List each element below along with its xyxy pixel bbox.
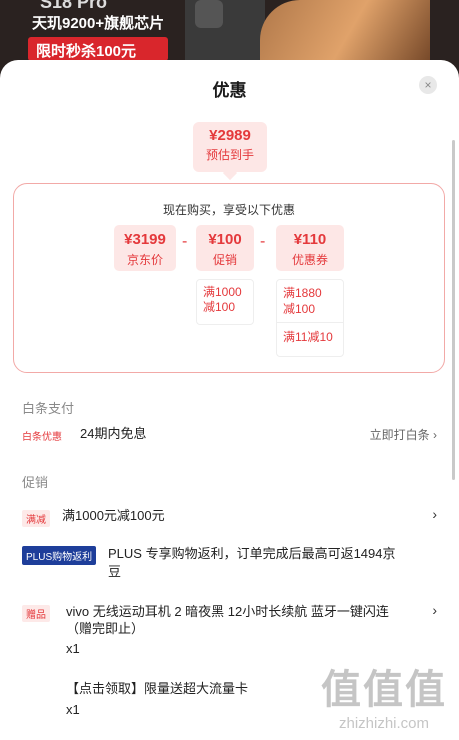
discount-sheet: 优惠 × ¥2989 预估到手 现在购买，享受以下优惠 ¥3199 京东价 - …	[0, 60, 459, 740]
gift-card-text[interactable]: 【点击领取】限量送超大流量卡	[66, 680, 248, 698]
coupon-value: ¥110	[293, 231, 327, 248]
baitiao-text: 24期内免息	[80, 426, 147, 441]
manjian-text[interactable]: 满1000元减100元	[62, 507, 165, 525]
gift-card-quantity: x1	[66, 702, 80, 717]
minus-sign: -	[260, 233, 266, 250]
close-icon[interactable]: ×	[419, 76, 437, 94]
banner-chip-text: 天玑9200+旗舰芯片	[32, 15, 165, 32]
plus-rebate-text-cont: 豆	[108, 564, 122, 579]
gift-item-text[interactable]: vivo 无线运动耳机 2 暗夜黑 12小时长续航 蓝牙一键闪连	[66, 603, 389, 621]
promotion-label: 促销	[212, 253, 237, 267]
gift-tag: 赠品	[22, 605, 50, 622]
baitiao-link[interactable]: 立即打白条 ›	[370, 426, 437, 443]
promotion-rule-line: 减100	[203, 300, 236, 314]
promo-section-title: 促销	[22, 475, 49, 490]
jd-price-label: 京东价	[126, 253, 163, 267]
plus-rebate-text: PLUS 专享购物返利，订单完成后最高可返1494京	[108, 546, 396, 561]
minus-sign: -	[182, 233, 188, 250]
estimated-price-label: 预估到手	[205, 148, 254, 162]
coupon-rule-line: 满11减10	[277, 322, 343, 345]
jd-price-box: ¥3199 京东价	[114, 225, 176, 271]
offer-breakdown: 现在购买，享受以下优惠 ¥3199 京东价 - ¥100 促销 - ¥110 优…	[13, 183, 445, 373]
watermark-logo: 值值值 zhizhizhi.com	[321, 657, 447, 732]
chevron-right-icon[interactable]: ›	[432, 602, 437, 618]
plus-rebate-tag: PLUS购物返利	[22, 546, 97, 565]
gift-item-note: （赠完即止）	[66, 621, 145, 636]
coupon-rule-line: 满1880	[283, 286, 322, 300]
jd-price-value: ¥3199	[124, 231, 166, 248]
coupon-label: 优惠券	[291, 253, 328, 267]
coupon-box: ¥110 优惠券	[276, 225, 344, 271]
gift-quantity: x1	[66, 641, 80, 656]
coupon-rules: 满1880 减100 满11减10	[276, 279, 344, 357]
manjian-tag: 满减	[22, 510, 50, 527]
promotion-box: ¥100 促销	[196, 225, 254, 271]
promotion-rule-line: 满1000	[203, 285, 242, 299]
scrollbar[interactable]	[452, 140, 455, 480]
phone-camera-image	[195, 0, 223, 28]
watermark-big: 值值值	[321, 666, 447, 713]
banner-flash-sale: 限时秒杀100元	[28, 37, 168, 61]
estimated-price-box: ¥2989 预估到手	[193, 122, 267, 181]
coupon-rule-line: 减100	[283, 302, 316, 316]
watermark-url: zhizhizhi.com	[338, 715, 430, 732]
promotion-rules: 满1000 减100	[196, 279, 254, 325]
offer-heading: 现在购买，享受以下优惠	[162, 203, 295, 217]
sheet-title: 优惠	[212, 81, 247, 100]
promotion-value: ¥100	[208, 231, 242, 248]
chevron-right-icon[interactable]: ›	[432, 506, 437, 522]
baitiao-section-title: 白条支付	[22, 401, 75, 416]
baitiao-tag: 白条优惠	[22, 432, 62, 443]
pointer-triangle	[222, 165, 238, 181]
estimated-price: ¥2989	[209, 127, 251, 144]
